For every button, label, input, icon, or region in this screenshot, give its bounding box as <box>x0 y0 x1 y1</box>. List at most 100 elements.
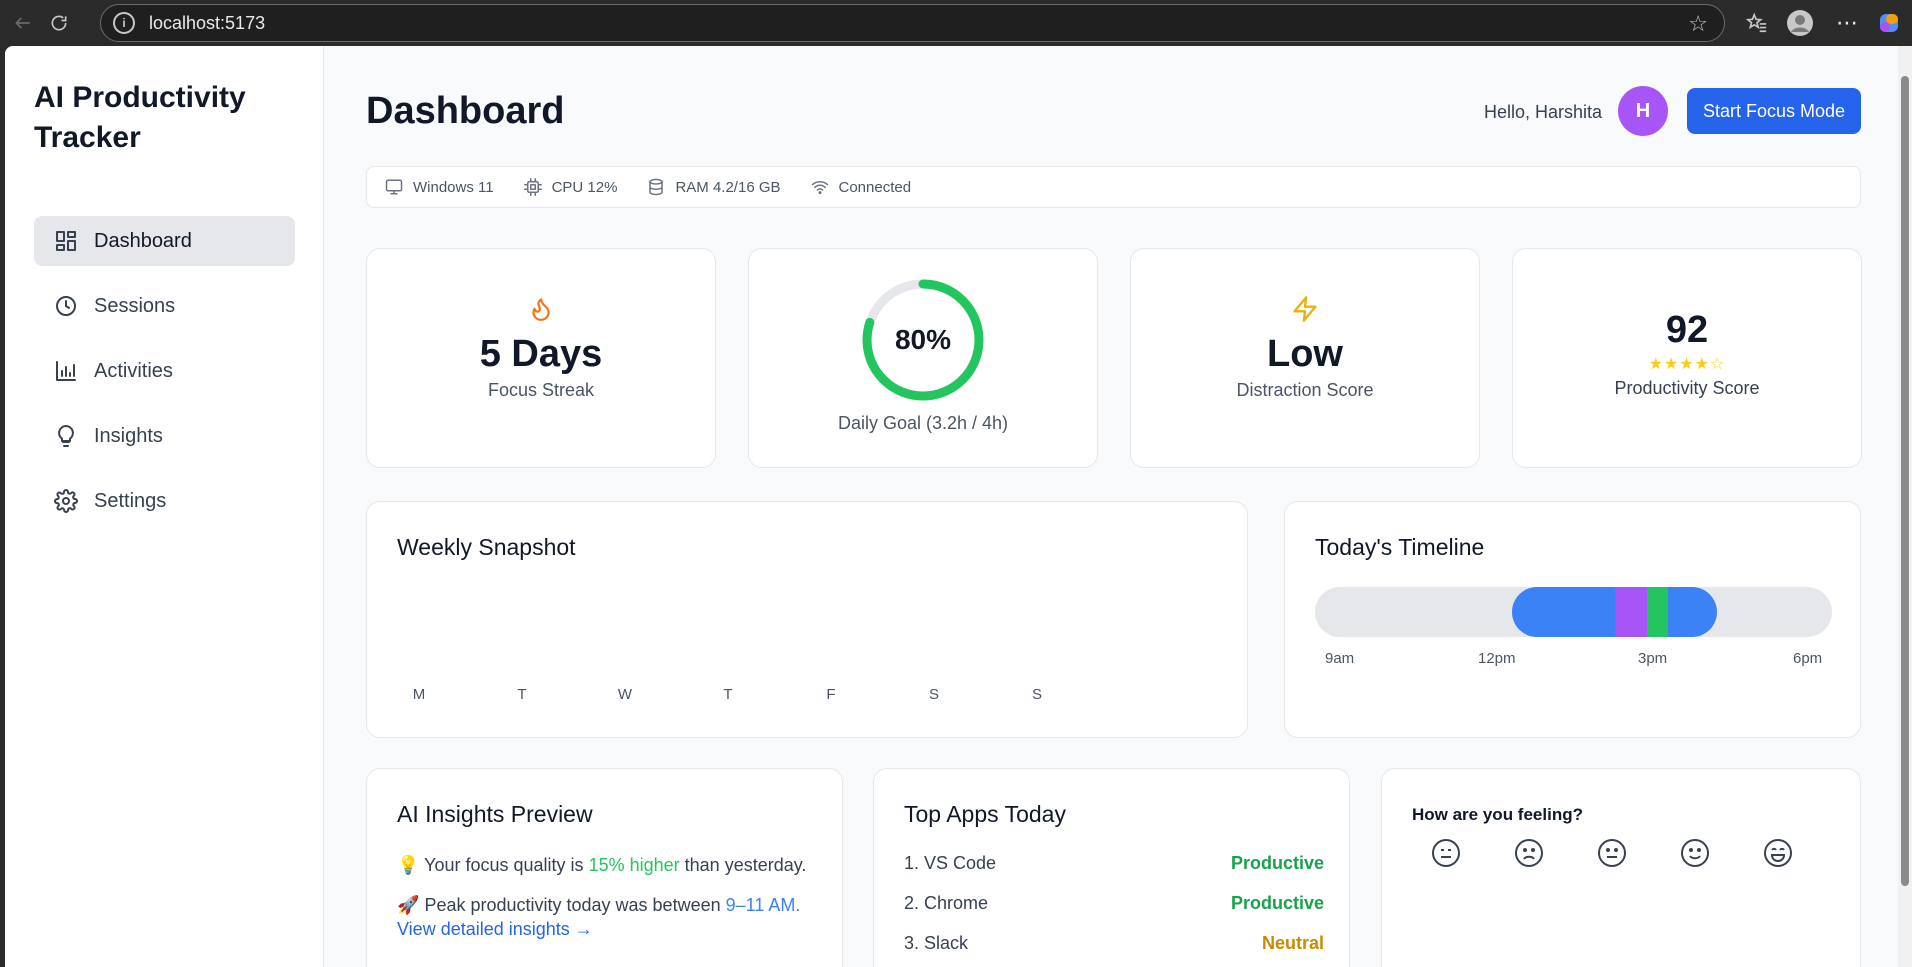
neutral-face-icon[interactable] <box>1430 837 1462 869</box>
weekday-label: S <box>928 686 939 703</box>
tick-label: 12pm <box>1478 650 1516 667</box>
system-status-bar: Windows 11 CPU 12% RAM 4.2/16 GB Connect… <box>366 166 1861 208</box>
url-text: localhost:5173 <box>149 12 266 33</box>
distraction-label: Distraction Score <box>1236 380 1374 400</box>
goal-ring: 80% <box>862 279 984 401</box>
start-focus-mode-button[interactable]: Start Focus Mode <box>1687 88 1861 134</box>
tick-label: 6pm <box>1793 650 1823 667</box>
sidebar-item-label: Activities <box>94 359 173 382</box>
sad-face-icon[interactable] <box>1513 837 1545 869</box>
list-item[interactable]: 2. Chrome Productive <box>904 893 1324 914</box>
distraction-value: Low <box>1267 333 1343 375</box>
app-window: AI Productivity Tracker Dashboard Sessio… <box>5 46 1898 967</box>
ai-insights-card: AI Insights Preview 💡 Your focus quality… <box>366 768 843 967</box>
database-icon <box>649 178 664 196</box>
scrollbar-thumb[interactable] <box>1901 76 1909 886</box>
sidebar: AI Productivity Tracker Dashboard Sessio… <box>5 46 324 967</box>
profile-icon[interactable] <box>1785 8 1815 38</box>
page-title: Dashboard <box>366 90 565 132</box>
sidebar-item-dashboard[interactable]: Dashboard <box>34 216 295 266</box>
weekday-label: T <box>723 686 733 703</box>
address-bar[interactable]: i localhost:5173 ☆ <box>100 4 1725 42</box>
weekday-label: M <box>412 686 426 703</box>
list-item[interactable]: 3. Slack Neutral <box>904 933 1324 954</box>
timeline-active-segment[interactable] <box>1647 587 1668 637</box>
grin-face-icon[interactable] <box>1762 837 1794 869</box>
sidebar-item-label: Dashboard <box>94 229 192 252</box>
browser-toolbar: i localhost:5173 ☆ ⋯ <box>0 0 1912 46</box>
flame-icon <box>532 298 550 321</box>
network-status: Connected <box>811 178 912 196</box>
status-badge: Productive <box>1230 893 1324 913</box>
favorites-icon[interactable] <box>1742 8 1772 38</box>
tick-label: 9am <box>1325 650 1355 667</box>
weekly-title: Weekly Snapshot <box>397 534 576 560</box>
productivity-value: 92 <box>1665 309 1709 351</box>
insights-title: AI Insights Preview <box>397 801 593 827</box>
os-status: Windows 11 <box>385 178 494 196</box>
status-badge: Productive <box>1230 853 1324 873</box>
top-apps-title: Top Apps Today <box>904 801 1066 827</box>
meh-face-icon[interactable] <box>1596 837 1628 869</box>
insight-line: 🚀 Peak productivity today was between 9–… <box>397 895 801 915</box>
bookmark-star-icon[interactable]: ☆ <box>1688 11 1708 37</box>
more-menu-icon[interactable]: ⋯ <box>1832 8 1862 38</box>
network-text: Connected <box>838 178 912 196</box>
reload-icon[interactable] <box>44 8 74 38</box>
tick-label: 3pm <box>1638 650 1668 667</box>
timeline-break-segment[interactable] <box>1615 587 1647 637</box>
ram-status: RAM 4.2/16 GB <box>647 178 781 196</box>
timeline-focus-block[interactable] <box>1512 587 1717 637</box>
productivity-label: Productivity Score <box>1614 378 1760 398</box>
weekday-label: T <box>517 686 527 703</box>
greeting: Hello, Harshita <box>1484 102 1603 122</box>
wifi-icon <box>811 180 828 195</box>
cpu-text: CPU 12% <box>551 178 618 196</box>
os-text: Windows 11 <box>413 178 494 196</box>
insight-line: 💡 Your focus quality is 15% higher than … <box>397 855 807 875</box>
goal-percent: 80% <box>895 324 951 355</box>
weekday-label: S <box>1031 686 1042 703</box>
sidebar-item-label: Settings <box>94 489 167 512</box>
scrollbar[interactable] <box>1898 46 1912 967</box>
cpu-status: CPU 12% <box>523 178 618 196</box>
rating-stars: ★★★★☆ <box>1648 356 1726 373</box>
sidebar-item-settings[interactable]: Settings <box>34 476 295 526</box>
app-brand: AI Productivity Tracker <box>34 81 246 154</box>
weekly-snapshot-card: Weekly Snapshot M T W T F S S <box>366 501 1248 738</box>
gear-icon <box>54 489 78 513</box>
dashboard-icon <box>56 231 76 251</box>
insight-highlight: 9–11 AM. <box>725 895 801 915</box>
distraction-card: Low Distraction Score <box>1130 248 1480 468</box>
cpu-icon <box>523 178 542 196</box>
sidebar-item-sessions[interactable]: Sessions <box>34 281 295 331</box>
streak-label: Focus Streak <box>487 380 595 400</box>
bar-chart-icon <box>56 361 76 381</box>
daily-goal-card: 80% Daily Goal (3.2h / 4h) <box>748 248 1098 468</box>
timeline-card: Today's Timeline 9am 12pm 3pm 6pm <box>1284 501 1861 738</box>
sidebar-item-label: Insights <box>94 424 163 447</box>
info-icon[interactable]: i <box>113 12 135 34</box>
rocket-icon: 🚀 <box>397 895 420 915</box>
copilot-icon[interactable] <box>1874 8 1904 38</box>
focus-streak-card: 5 Days Focus Streak <box>366 248 716 468</box>
weekday-label: W <box>617 686 633 703</box>
view-insights-link[interactable]: View detailed insights → <box>397 917 593 941</box>
lightning-icon <box>1293 296 1317 322</box>
smile-face-icon[interactable] <box>1679 837 1711 869</box>
productivity-score-card: 92 ★★★★☆ Productivity Score <box>1512 248 1862 468</box>
clock-icon <box>56 296 76 316</box>
sidebar-item-insights[interactable]: Insights <box>34 411 295 461</box>
weekday-label: F <box>826 686 836 703</box>
top-apps-card: Top Apps Today 1. VS Code Productive 2. … <box>873 768 1350 967</box>
streak-value: 5 Days <box>479 333 603 375</box>
list-item[interactable]: 1. VS Code Productive <box>904 853 1324 874</box>
back-icon[interactable] <box>8 8 38 38</box>
status-badge: Neutral <box>1261 933 1324 953</box>
mood-card: How are you feeling? <box>1381 768 1861 967</box>
insight-highlight: 15% higher <box>588 855 680 875</box>
sidebar-item-activities[interactable]: Activities <box>34 346 295 396</box>
monitor-icon <box>385 179 403 195</box>
goal-label: Daily Goal (3.2h / 4h) <box>837 413 1009 433</box>
avatar[interactable]: H <box>1618 86 1668 136</box>
